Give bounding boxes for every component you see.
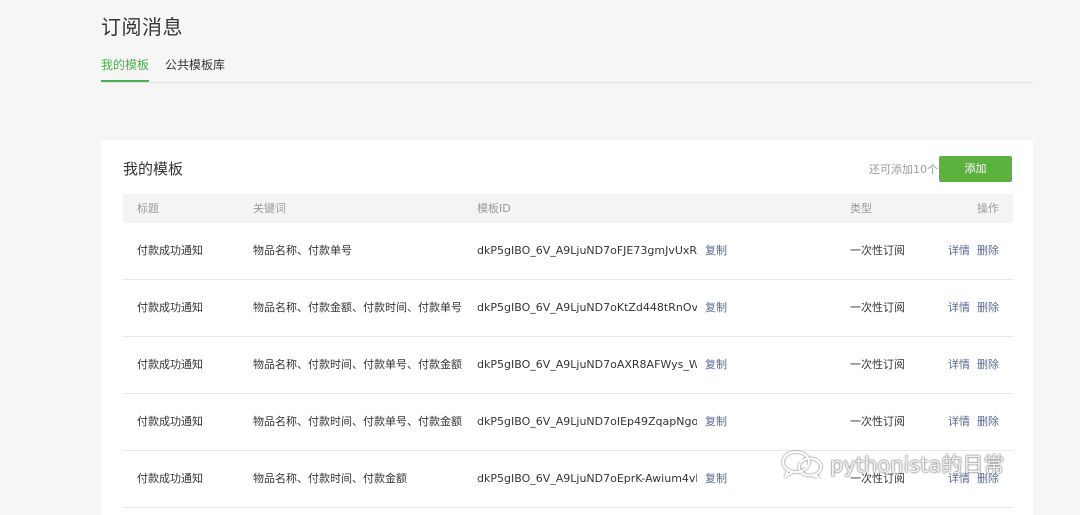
delete-link[interactable]: 删除	[977, 358, 999, 371]
watermark-text: pythonista的日常	[830, 453, 1005, 477]
table-header: 标题 关键词 模板ID 类型 操作	[123, 194, 1013, 223]
delete-link[interactable]: 删除	[977, 244, 999, 257]
copy-id-link[interactable]: 复制	[705, 223, 727, 279]
table-row: 付款成功通知 物品名称、付款时间、付款单号、付款金额 dkP5gIBO_6V_A…	[123, 337, 1013, 394]
table-row: 付款成功通知 物品名称、付款金额、付款时间、付款单号 dkP5gIBO_6V_A…	[123, 280, 1013, 337]
delete-link[interactable]: 删除	[977, 301, 999, 314]
page: 订阅消息 我的模板 公共模板库 我的模板 还可添加10个 添加 标题 关键词 模…	[0, 0, 1080, 515]
header-title: 标题	[137, 202, 159, 215]
row-title: 付款成功通知	[137, 244, 203, 257]
copy-id-link[interactable]: 复制	[705, 394, 727, 450]
row-template-id: dkP5gIBO_6V_A9LjuND7oEprK-Awium4vk-...	[477, 472, 697, 485]
remaining-quota-text: 还可添加10个	[869, 163, 938, 176]
tab-my-templates[interactable]: 我的模板	[101, 57, 150, 82]
row-actions: 详情 删除	[948, 394, 999, 450]
row-template-id: dkP5gIBO_6V_A9LjuND7oFJE73gmJvUxRm...	[477, 244, 697, 257]
row-type: 一次性订阅	[850, 415, 905, 428]
row-keywords: 物品名称、付款单号	[253, 244, 352, 257]
row-template-id: dkP5gIBO_6V_A9LjuND7oIEp49ZqapNgoQ...	[477, 415, 697, 428]
row-template-id: dkP5gIBO_6V_A9LjuND7oAXR8AFWys_Wy...	[477, 358, 697, 371]
row-type: 一次性订阅	[850, 244, 905, 257]
row-keywords: 物品名称、付款时间、付款单号、付款金额	[253, 415, 462, 428]
watermark: pythonista的日常	[780, 449, 1004, 479]
row-title: 付款成功通知	[137, 358, 203, 371]
row-type: 一次性订阅	[850, 301, 905, 314]
row-title: 付款成功通知	[137, 301, 203, 314]
row-title: 付款成功通知	[137, 472, 203, 485]
tab-bar: 我的模板 公共模板库	[101, 57, 1033, 83]
copy-id-link[interactable]: 复制	[705, 280, 727, 336]
detail-link[interactable]: 详情	[948, 301, 970, 314]
wechat-icon	[782, 451, 822, 479]
row-type: 一次性订阅	[850, 358, 905, 371]
page-title: 订阅消息	[101, 15, 183, 39]
delete-link[interactable]: 删除	[977, 415, 999, 428]
row-template-id: dkP5gIBO_6V_A9LjuND7oKtZd448tRnOvD...	[477, 301, 697, 314]
row-keywords: 物品名称、付款金额、付款时间、付款单号	[253, 301, 462, 314]
table-row: 付款成功通知 物品名称、付款时间、付款单号、付款金额 dkP5gIBO_6V_A…	[123, 394, 1013, 451]
header-template-id: 模板ID	[477, 202, 511, 215]
detail-link[interactable]: 详情	[948, 358, 970, 371]
add-template-button[interactable]: 添加	[939, 156, 1012, 182]
row-title: 付款成功通知	[137, 415, 203, 428]
row-actions: 详情 删除	[948, 280, 999, 336]
detail-link[interactable]: 详情	[948, 244, 970, 257]
row-actions: 详情 删除	[948, 337, 999, 393]
header-keywords: 关键词	[253, 202, 286, 215]
copy-id-link[interactable]: 复制	[705, 337, 727, 393]
card-title: 我的模板	[123, 160, 184, 178]
copy-id-link[interactable]: 复制	[705, 451, 727, 507]
row-keywords: 物品名称、付款时间、付款金额	[253, 472, 407, 485]
header-type: 类型	[850, 202, 872, 215]
detail-link[interactable]: 详情	[948, 415, 970, 428]
tab-public-template-library[interactable]: 公共模板库	[165, 57, 225, 74]
table-row: 付款成功通知 物品名称、付款单号 dkP5gIBO_6V_A9LjuND7oFJ…	[123, 223, 1013, 280]
header-actions: 操作	[977, 202, 999, 215]
row-actions: 详情 删除	[948, 223, 999, 279]
row-keywords: 物品名称、付款时间、付款单号、付款金额	[253, 358, 462, 371]
